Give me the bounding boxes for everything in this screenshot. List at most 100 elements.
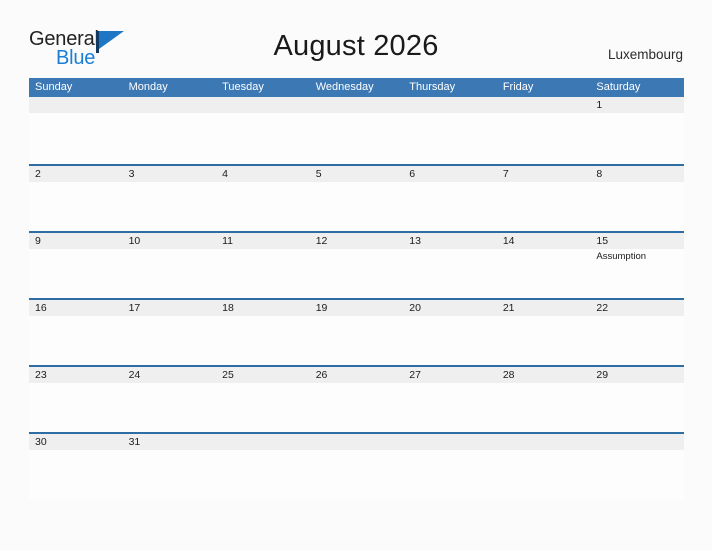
calendar-day-cell[interactable]: 14 bbox=[497, 233, 591, 298]
calendar-week-row: 23 24 25 26 27 28 29 bbox=[29, 365, 684, 432]
day-number bbox=[503, 97, 591, 113]
weekday-wednesday: Wednesday bbox=[315, 81, 374, 93]
calendar-day-cell-empty bbox=[310, 434, 404, 499]
calendar-day-cell[interactable]: 24 bbox=[123, 367, 217, 432]
day-number: 11 bbox=[222, 235, 234, 247]
calendar-day-cell-empty bbox=[216, 434, 310, 499]
calendar-day-cell[interactable]: 7 bbox=[497, 166, 591, 231]
day-number: 12 bbox=[315, 235, 328, 247]
calendar-day-cell[interactable]: 4 bbox=[216, 166, 310, 231]
weekday-tuesday: Tuesday bbox=[222, 81, 264, 93]
calendar-day-cell[interactable]: 29 bbox=[590, 367, 684, 432]
day-event-label: Assumption bbox=[596, 251, 647, 262]
day-number: 27 bbox=[409, 369, 421, 381]
weekday-header-row: Sunday Monday Tuesday Wednesday Thursday… bbox=[29, 78, 684, 97]
calendar-week-row: 9 10 11 12 13 14 15 Assumption bbox=[29, 231, 684, 298]
calendar-page: General Blue August 2026 Luxembourg Sund… bbox=[0, 0, 712, 550]
day-number: 31 bbox=[128, 436, 141, 448]
calendar-day-cell-empty bbox=[497, 434, 591, 499]
day-number: 21 bbox=[502, 302, 515, 314]
calendar-day-cell[interactable]: 16 bbox=[29, 300, 123, 365]
calendar-day-cell[interactable]: 8 bbox=[590, 166, 684, 231]
day-number: 18 bbox=[222, 302, 234, 314]
calendar-day-cell-empty bbox=[403, 97, 497, 162]
calendar-day-cell[interactable]: 27 bbox=[403, 367, 497, 432]
day-cells: 9 10 11 12 13 14 15 Assumption bbox=[29, 233, 684, 298]
day-cells: 1 bbox=[29, 97, 684, 162]
calendar-week-row: 1 bbox=[29, 97, 684, 164]
calendar-day-cell-empty bbox=[29, 97, 123, 162]
calendar-day-cell[interactable]: 19 bbox=[310, 300, 404, 365]
day-number: 7 bbox=[502, 168, 509, 180]
calendar-day-cell-empty bbox=[123, 97, 217, 162]
day-number: 25 bbox=[222, 369, 234, 381]
day-cells: 23 24 25 26 27 28 29 bbox=[29, 367, 684, 432]
day-number: 24 bbox=[128, 369, 141, 381]
calendar-day-cell-empty bbox=[403, 434, 497, 499]
calendar-day-cell-empty bbox=[497, 97, 591, 162]
day-number: 14 bbox=[502, 235, 515, 247]
calendar-day-cell[interactable]: 31 bbox=[123, 434, 217, 499]
calendar-day-cell[interactable]: 26 bbox=[310, 367, 404, 432]
calendar-day-cell[interactable]: 12 bbox=[310, 233, 404, 298]
day-number: 4 bbox=[222, 168, 228, 180]
calendar-day-cell[interactable]: 9 bbox=[29, 233, 123, 298]
weekday-friday: Friday bbox=[502, 81, 534, 93]
day-number bbox=[409, 97, 497, 113]
day-number: 1 bbox=[596, 99, 603, 111]
calendar-day-cell[interactable]: 13 bbox=[403, 233, 497, 298]
calendar-day-cell[interactable]: 15 Assumption bbox=[590, 233, 684, 298]
day-number: 3 bbox=[128, 168, 135, 180]
day-number bbox=[129, 97, 217, 113]
calendar-day-cell[interactable]: 3 bbox=[123, 166, 217, 231]
calendar-day-cell[interactable]: 17 bbox=[123, 300, 217, 365]
calendar-day-cell[interactable]: 23 bbox=[29, 367, 123, 432]
day-number: 16 bbox=[35, 302, 47, 314]
day-number bbox=[596, 434, 684, 450]
calendar-week-row: 30 31 bbox=[29, 432, 684, 499]
calendar-day-cell[interactable]: 5 bbox=[310, 166, 404, 231]
calendar-day-cell[interactable]: 6 bbox=[403, 166, 497, 231]
day-number bbox=[316, 434, 404, 450]
weekday-sunday: Sunday bbox=[35, 81, 73, 93]
calendar-day-cell-empty bbox=[590, 434, 684, 499]
day-number: 30 bbox=[35, 436, 47, 448]
calendar-day-cell-empty bbox=[310, 97, 404, 162]
day-number: 23 bbox=[35, 369, 47, 381]
calendar-day-cell[interactable]: 28 bbox=[497, 367, 591, 432]
calendar-day-cell[interactable]: 10 bbox=[123, 233, 217, 298]
calendar-day-cell-empty bbox=[216, 97, 310, 162]
day-number: 6 bbox=[409, 168, 416, 180]
day-number bbox=[503, 434, 591, 450]
day-number: 9 bbox=[35, 235, 41, 247]
calendar-day-cell[interactable]: 20 bbox=[403, 300, 497, 365]
day-number: 29 bbox=[596, 369, 609, 381]
day-number bbox=[222, 97, 310, 113]
calendar-week-row: 16 17 18 19 20 21 22 bbox=[29, 298, 684, 365]
day-number: 28 bbox=[502, 369, 515, 381]
calendar-day-cell[interactable]: 1 bbox=[590, 97, 684, 162]
calendar-day-cell[interactable]: 21 bbox=[497, 300, 591, 365]
page-header: General Blue August 2026 Luxembourg bbox=[0, 0, 712, 78]
calendar-day-cell[interactable]: 30 bbox=[29, 434, 123, 499]
day-cells: 30 31 bbox=[29, 434, 684, 499]
day-number bbox=[222, 434, 310, 450]
calendar-day-cell[interactable]: 11 bbox=[216, 233, 310, 298]
location-label: Luxembourg bbox=[607, 47, 683, 62]
calendar-day-cell[interactable]: 25 bbox=[216, 367, 310, 432]
day-number bbox=[35, 97, 123, 113]
calendar-grid: Sunday Monday Tuesday Wednesday Thursday… bbox=[29, 78, 684, 499]
day-number bbox=[409, 434, 497, 450]
page-title: August 2026 bbox=[273, 30, 439, 62]
calendar-day-cell[interactable]: 22 bbox=[590, 300, 684, 365]
calendar-day-cell[interactable]: 18 bbox=[216, 300, 310, 365]
calendar-day-cell[interactable]: 2 bbox=[29, 166, 123, 231]
day-cells: 2 3 4 5 6 7 8 bbox=[29, 166, 684, 231]
day-number: 20 bbox=[409, 302, 421, 314]
weekday-saturday: Saturday bbox=[596, 81, 641, 93]
day-number: 22 bbox=[596, 302, 609, 314]
day-number: 26 bbox=[315, 369, 328, 381]
day-number: 8 bbox=[596, 168, 603, 180]
calendar-week-row: 2 3 4 5 6 7 8 bbox=[29, 164, 684, 231]
day-number: 10 bbox=[128, 235, 141, 247]
